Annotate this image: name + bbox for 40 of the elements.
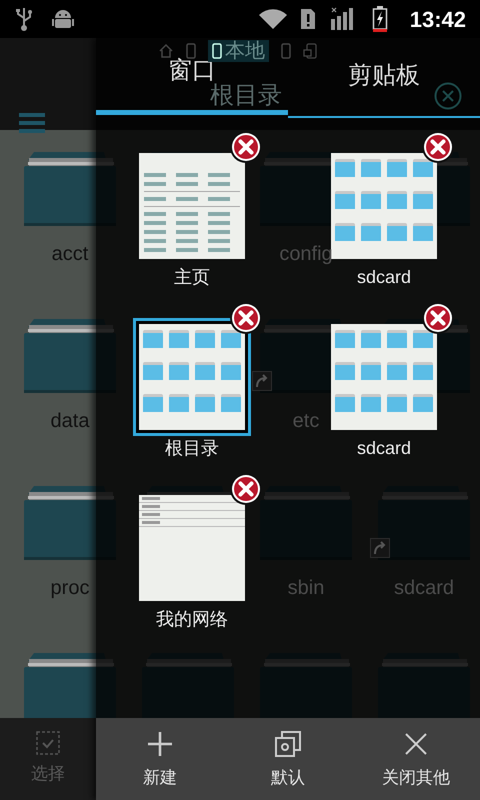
android-icon: [52, 8, 74, 30]
file-name: etc: [292, 409, 320, 433]
file-name: acct: [52, 242, 88, 266]
shortcut-icon: [370, 538, 390, 558]
battery-charging-icon: [372, 6, 388, 32]
window-thumbnail[interactable]: [133, 318, 251, 436]
close-icon[interactable]: [421, 301, 455, 335]
clock: 13:42: [410, 6, 466, 34]
shortcut-icon: [252, 371, 272, 391]
window-title: 主页: [174, 266, 210, 289]
close-icon[interactable]: [229, 301, 263, 335]
file-name: data: [50, 409, 90, 433]
file-name: proc: [50, 576, 90, 600]
window-thumbnail[interactable]: [139, 495, 245, 601]
window-thumbnail[interactable]: [331, 324, 437, 430]
location-tab[interactable]: 本地: [208, 40, 269, 62]
phone-icon: [212, 43, 222, 59]
action-button[interactable]: 默认: [224, 718, 352, 800]
file-name: sbin: [288, 576, 324, 600]
window-title: 我的网络: [156, 608, 228, 631]
wifi-icon: [258, 8, 288, 30]
file-name: sdcard: [394, 576, 454, 600]
window-title: 根目录: [165, 437, 219, 460]
close-icon[interactable]: [229, 472, 263, 506]
plus-icon: [147, 731, 173, 758]
windows-gear-icon: [275, 731, 301, 758]
action-button[interactable]: 新建: [96, 718, 224, 800]
path-title: 根目录: [210, 82, 282, 110]
close-icon: [403, 731, 429, 758]
window-title: sdcard: [356, 437, 412, 460]
close-icon[interactable]: [421, 130, 455, 164]
close-icon[interactable]: [229, 130, 263, 164]
window-title: sdcard: [356, 266, 412, 289]
action-button[interactable]: 关闭其他: [352, 718, 480, 800]
window-thumbnail[interactable]: [331, 153, 437, 259]
checkbox-icon: [36, 731, 60, 756]
window-thumbnail[interactable]: [139, 153, 245, 259]
usb-icon: [14, 6, 34, 32]
signal-icon: [330, 7, 354, 31]
sim-alert-icon: [300, 8, 316, 30]
